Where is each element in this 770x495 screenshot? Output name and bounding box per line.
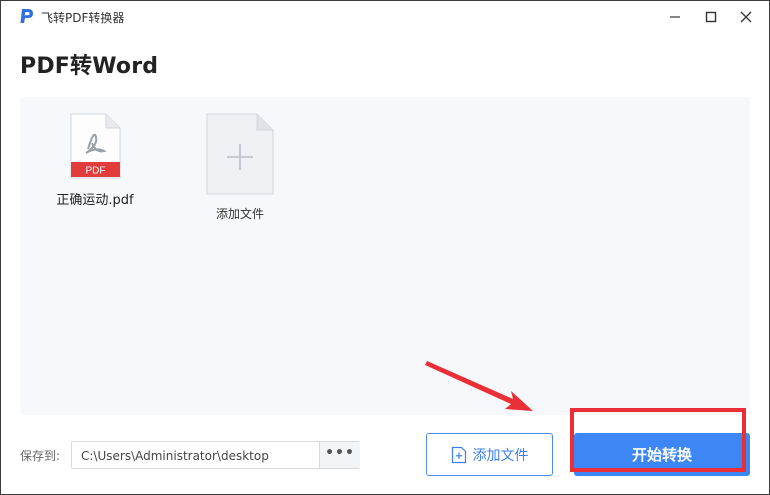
add-file-button[interactable]: 添加文件 <box>426 433 553 476</box>
title-bar: 飞转PDF转换器 <box>1 1 769 33</box>
pdf-badge-text: PDF <box>86 166 106 177</box>
add-document-icon <box>451 446 466 463</box>
save-to-label: 保存到: <box>20 449 61 463</box>
file-list-area[interactable]: PDF 正确运动.pdf 添加文件 <box>20 97 750 415</box>
app-logo-icon <box>20 9 33 23</box>
save-path-value: C:\Users\Administrator\desktop <box>81 449 269 463</box>
app-window: 飞转PDF转换器 PDF转Word PDF 正确运动.pdf 添加文件 保存到:… <box>0 0 770 495</box>
browse-button[interactable]: ••• <box>319 442 360 468</box>
add-file-tile-label: 添加文件 <box>215 207 264 221</box>
app-title: 飞转PDF转换器 <box>41 11 125 25</box>
close-button[interactable] <box>732 5 760 29</box>
add-file-button-label: 添加文件 <box>472 447 529 464</box>
maximize-button[interactable] <box>697 5 725 29</box>
pdf-file-icon: PDF <box>70 113 121 179</box>
add-file-tile[interactable]: 添加文件 <box>190 113 290 222</box>
minimize-icon <box>670 16 680 18</box>
save-path-field[interactable]: C:\Users\Administrator\desktop ••• <box>71 441 360 469</box>
annotation-arrow <box>425 361 533 411</box>
page-title: PDF转Word <box>20 54 159 79</box>
file-name: 正确运动.pdf <box>56 193 134 208</box>
browse-button-label: ••• <box>325 445 355 461</box>
file-item[interactable]: PDF 正确运动.pdf <box>50 113 140 208</box>
minimize-button[interactable] <box>661 5 689 29</box>
annotation-highlight-box <box>570 408 746 472</box>
close-icon <box>740 11 752 23</box>
maximize-icon <box>705 11 717 23</box>
add-file-plus-icon <box>206 113 274 195</box>
